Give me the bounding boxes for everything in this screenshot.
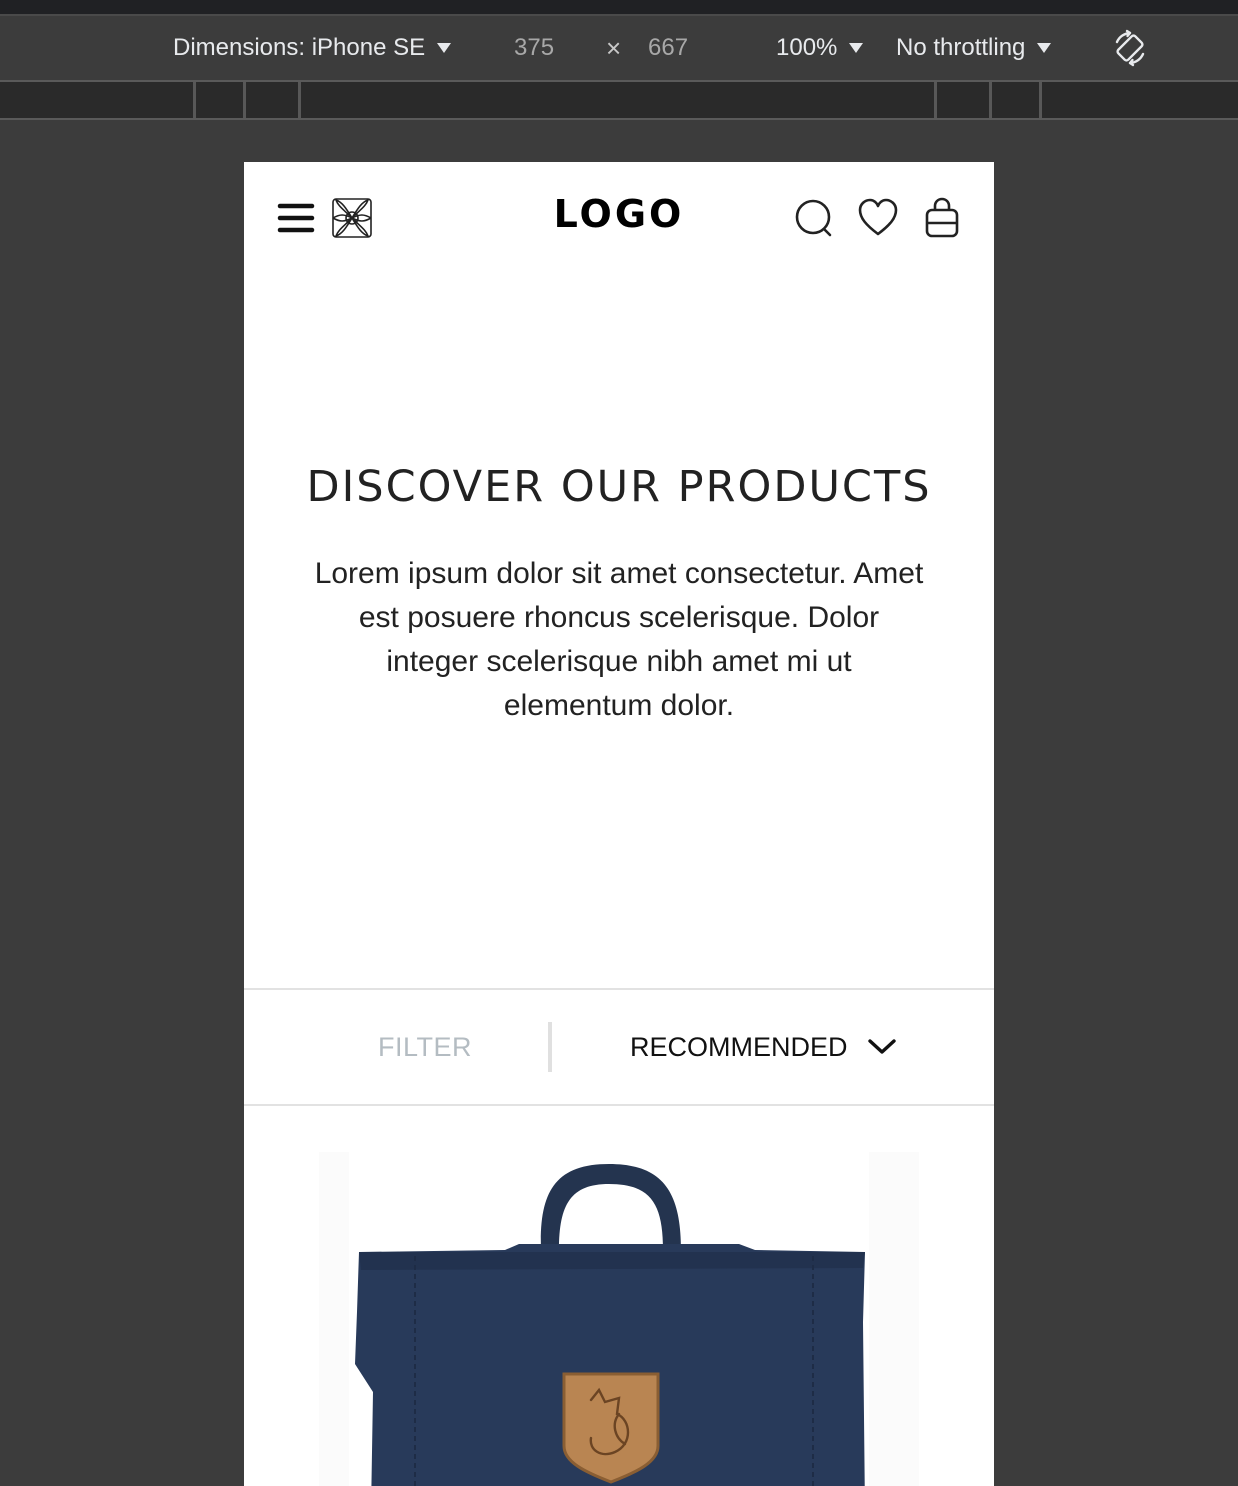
hero-section: DISCOVER OUR PRODUCTS Lorem ipsum dolor … (244, 462, 994, 728)
device-toolbar: Dimensions: iPhone SE 375 × 667 100% No … (0, 14, 1238, 82)
zoom-dropdown[interactable]: 100% (776, 16, 864, 80)
search-button[interactable] (792, 196, 836, 240)
hero-title: DISCOVER OUR PRODUCTS (306, 462, 932, 512)
site-header: LOGO (244, 162, 994, 274)
search-icon (795, 199, 832, 237)
throttling-dropdown[interactable]: No throttling (896, 16, 1052, 80)
media-query-bar (0, 82, 1238, 120)
ruler-tick[interactable] (1039, 82, 1042, 118)
zoom-label: 100% (776, 34, 838, 61)
filter-sort-bar: FILTER RECOMMENDED (244, 988, 994, 1106)
rotate-button[interactable] (1110, 16, 1150, 80)
device-dimensions-dropdown[interactable]: Dimensions: iPhone SE (173, 16, 452, 80)
times-symbol: × (606, 32, 622, 63)
rotate-icon (1115, 29, 1145, 67)
viewport-height-input[interactable]: 667 (648, 16, 688, 80)
device-dimensions-label: Dimensions: iPhone SE (173, 34, 426, 61)
chevron-down-icon (866, 1036, 898, 1058)
caret-down-icon (437, 43, 452, 53)
filter-button[interactable]: FILTER (244, 990, 550, 1104)
hero-description: Lorem ipsum dolor sit amet consectetur. … (314, 557, 924, 722)
window-top-strip (0, 0, 1238, 14)
sort-label: RECOMMENDED (630, 1031, 848, 1062)
bag-icon (925, 197, 959, 238)
caret-down-icon (849, 43, 864, 53)
product-image (349, 1152, 869, 1486)
sort-dropdown[interactable]: RECOMMENDED (630, 990, 898, 1104)
ruler-tick[interactable] (193, 82, 196, 118)
filter-divider (548, 1022, 552, 1072)
heart-icon (858, 198, 898, 236)
wishlist-button[interactable] (856, 196, 900, 240)
product-card[interactable] (319, 1152, 919, 1486)
throttling-label: No throttling (896, 34, 1026, 61)
ruler-tick[interactable] (934, 82, 937, 118)
ruler-tick[interactable] (243, 82, 246, 118)
cart-button[interactable] (920, 196, 964, 240)
caret-down-icon (1037, 43, 1052, 53)
ruler-tick[interactable] (298, 82, 301, 118)
viewport-width-input[interactable]: 375 (514, 16, 554, 80)
ruler-tick[interactable] (989, 82, 992, 118)
device-viewport: LOGO DISCOVER OUR PRODUCTS Lorem ipsum d… (244, 162, 994, 1486)
